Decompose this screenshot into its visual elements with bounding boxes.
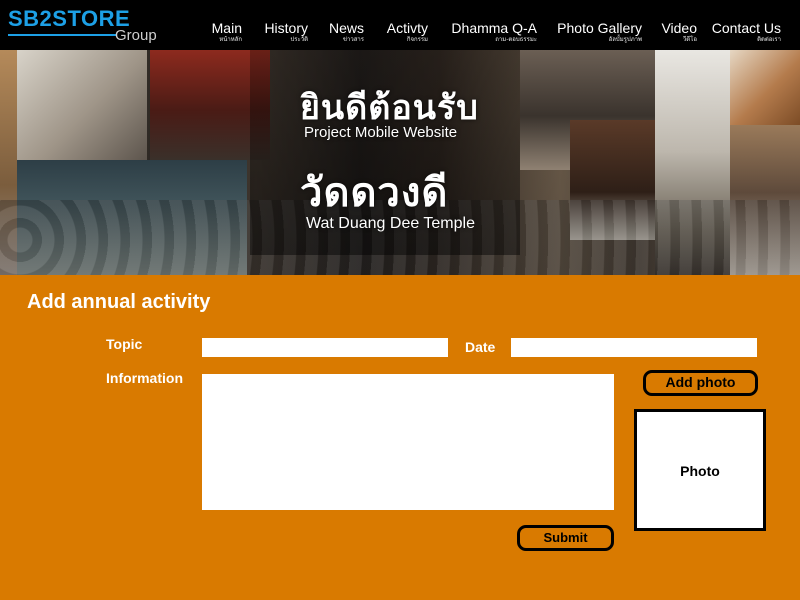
page-title: Add annual activity <box>27 291 211 313</box>
nav-contact-us-sublabel: ติดต่อเรา <box>757 36 781 43</box>
nav-main-label: Main <box>211 20 242 36</box>
nav-activity-sublabel: กิจกรรม <box>406 36 428 43</box>
nav-news-sublabel: ข่าวสาร <box>342 36 364 43</box>
topic-label: Topic <box>106 336 143 352</box>
topic-input[interactable] <box>202 338 448 357</box>
nav-video-sublabel: วีดีโอ <box>682 36 697 43</box>
banner-temple-english: Wat Duang Dee Temple <box>306 215 475 232</box>
banner-photo-tile <box>730 50 800 125</box>
nav-main-sublabel: หน้าหลัก <box>219 36 242 43</box>
date-input[interactable] <box>511 338 757 357</box>
nav-photo-gallery-label: Photo Gallery <box>557 20 642 36</box>
nav-video[interactable]: Video วีดีโอ <box>655 20 697 48</box>
nav-photo-gallery[interactable]: Photo Gallery อัลบั้มรูปภาพ <box>550 20 642 48</box>
photo-placeholder-label: Photo <box>680 463 720 479</box>
nav-contact-us-label: Contact Us <box>711 20 781 36</box>
nav-main[interactable]: Main หน้าหลัก <box>200 20 242 48</box>
hero-banner: ยินดีต้อนรับ Project Mobile Website วัดด… <box>0 50 800 275</box>
photo-preview[interactable]: Photo <box>634 409 766 531</box>
banner-photo-tile <box>17 50 147 160</box>
nav-activity[interactable]: Activty กิจกรรม <box>375 20 428 48</box>
nav-video-label: Video <box>661 20 697 36</box>
nav-history-label: History <box>264 20 308 36</box>
information-label: Information <box>106 370 183 386</box>
date-label: Date <box>465 339 496 355</box>
submit-button[interactable]: Submit <box>517 525 614 551</box>
nav-dhamma-qa-sublabel: ถาม-ตอบธรรมะ <box>495 36 537 43</box>
nav-dhamma-qa-label: Dhamma Q-A <box>451 20 537 36</box>
nav-history[interactable]: History ประวัติ <box>252 20 308 48</box>
nav-dhamma-qa[interactable]: Dhamma Q-A ถาม-ตอบธรรมะ <box>445 20 537 48</box>
top-bar: SB2STORE Group Main หน้าหลัก History ประ… <box>0 0 800 50</box>
nav-news-label: News <box>328 20 364 36</box>
nav-contact-us[interactable]: Contact Us ติดต่อเรา <box>705 20 781 48</box>
nav-activity-label: Activty <box>386 20 428 36</box>
add-photo-button[interactable]: Add photo <box>643 370 758 396</box>
information-textarea[interactable] <box>202 374 614 510</box>
nav-history-sublabel: ประวัติ <box>290 36 308 43</box>
banner-welcome-english: Project Mobile Website <box>304 124 458 141</box>
nav-news[interactable]: News ข่าวสาร <box>322 20 364 48</box>
nav-photo-gallery-sublabel: อัลบั้มรูปภาพ <box>608 36 642 43</box>
main-nav: Main หน้าหลัก History ประวัติ News ข่าวส… <box>0 0 800 50</box>
